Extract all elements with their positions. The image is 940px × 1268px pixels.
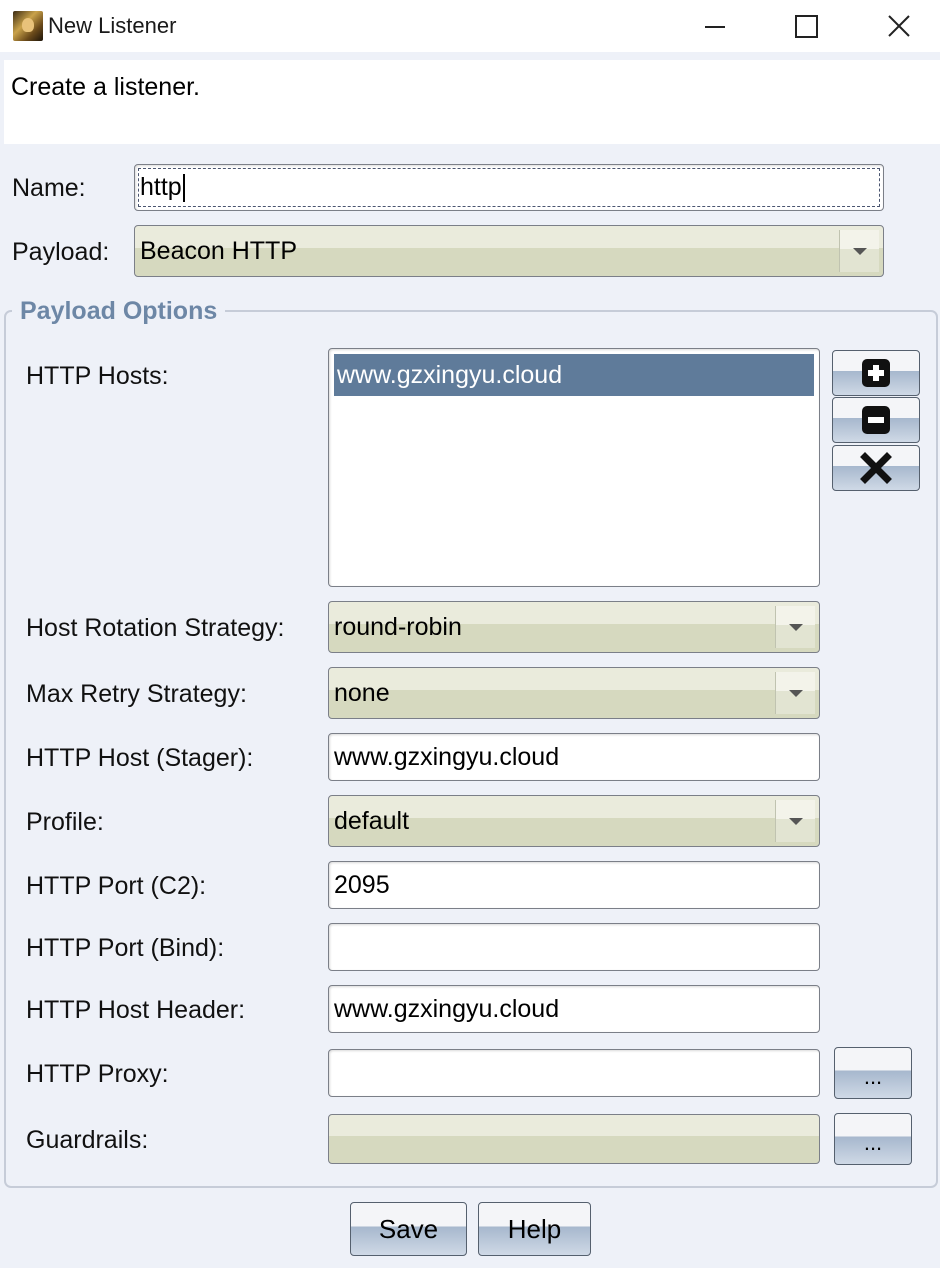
add-icon	[862, 359, 890, 387]
text-caret	[182, 173, 185, 202]
title-bar: New Listener	[0, 0, 940, 52]
profile-select[interactable]: default	[328, 795, 820, 847]
proxy-browse-button[interactable]: ...	[834, 1047, 912, 1099]
name-value: http	[140, 173, 182, 201]
guardrails-field[interactable]	[328, 1114, 820, 1164]
host-rotation-select[interactable]: round-robin	[328, 601, 820, 653]
payload-value: Beacon HTTP	[140, 236, 298, 265]
remove-host-button[interactable]	[832, 397, 920, 443]
help-button[interactable]: Help	[478, 1202, 591, 1256]
host-rotation-value: round-robin	[334, 612, 462, 641]
port-c2-value: 2095	[334, 870, 390, 899]
host-header-label: HTTP Host Header:	[26, 996, 246, 1024]
clear-icon	[860, 452, 892, 484]
max-retry-select[interactable]: none	[328, 667, 820, 719]
save-button[interactable]: Save	[350, 1202, 467, 1256]
name-label: Name:	[12, 174, 86, 202]
host-header-field[interactable]: www.gzxingyu.cloud	[328, 985, 820, 1033]
guardrails-browse-button[interactable]: ...	[834, 1113, 912, 1165]
stager-host-field[interactable]: www.gzxingyu.cloud	[328, 733, 820, 781]
payload-options-title: Payload Options	[12, 297, 226, 326]
header-description: Create a listener.	[11, 73, 200, 101]
port-c2-label: HTTP Port (C2):	[26, 872, 207, 900]
chevron-down-icon[interactable]	[775, 606, 815, 648]
proxy-field[interactable]	[328, 1049, 820, 1097]
profile-value: default	[334, 806, 410, 835]
port-bind-field[interactable]	[328, 923, 820, 971]
port-bind-label: HTTP Port (Bind):	[26, 934, 225, 962]
chevron-down-icon[interactable]	[839, 230, 879, 272]
remove-icon	[862, 406, 890, 434]
proxy-label: HTTP Proxy:	[26, 1060, 169, 1088]
payload-label: Payload:	[12, 238, 110, 266]
name-field[interactable]: http	[134, 164, 884, 211]
header-panel: Create a listener.	[4, 60, 940, 144]
chevron-down-icon[interactable]	[775, 800, 815, 842]
close-icon[interactable]	[852, 0, 940, 52]
stager-host-value: www.gzxingyu.cloud	[334, 742, 560, 771]
http-hosts-list[interactable]: www.gzxingyu.cloud	[328, 348, 820, 587]
stager-host-label: HTTP Host (Stager):	[26, 744, 254, 772]
max-retry-value: none	[334, 678, 390, 707]
minimize-icon[interactable]	[668, 0, 760, 52]
window-title: New Listener	[48, 13, 177, 38]
guardrails-label: Guardrails:	[26, 1126, 149, 1154]
profile-label: Profile:	[26, 808, 104, 836]
port-c2-field[interactable]: 2095	[328, 861, 820, 909]
max-retry-label: Max Retry Strategy:	[26, 680, 247, 708]
list-item[interactable]: www.gzxingyu.cloud	[334, 354, 814, 396]
chevron-down-icon[interactable]	[775, 672, 815, 714]
add-host-button[interactable]	[832, 350, 920, 396]
host-rotation-label: Host Rotation Strategy:	[26, 614, 285, 642]
host-header-value: www.gzxingyu.cloud	[334, 994, 560, 1023]
payload-select[interactable]: Beacon HTTP	[134, 225, 884, 277]
maximize-icon[interactable]	[760, 0, 852, 52]
http-hosts-label: HTTP Hosts:	[26, 362, 169, 390]
app-avatar-icon	[13, 11, 43, 41]
clear-hosts-button[interactable]	[832, 445, 920, 491]
